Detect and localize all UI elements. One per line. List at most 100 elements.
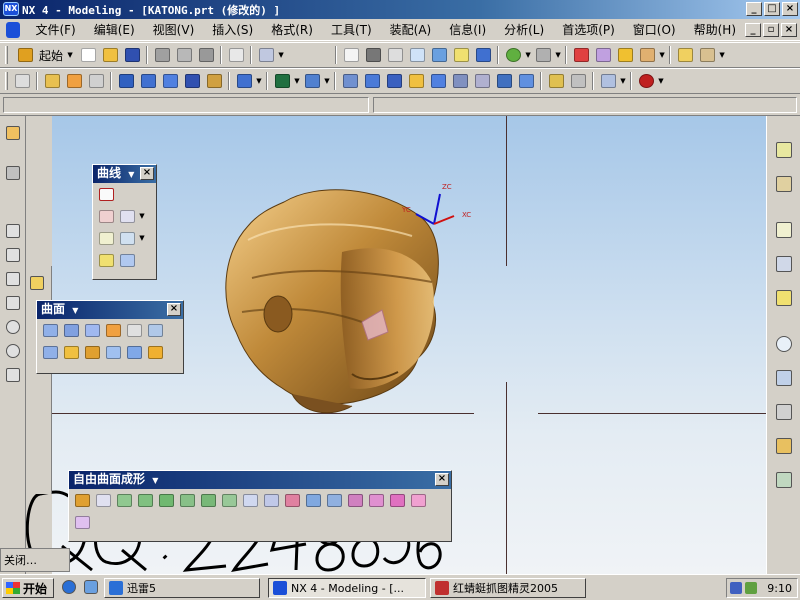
pan-icon[interactable] [450,45,472,65]
unite-icon[interactable] [233,71,255,91]
through-mesh-icon[interactable] [82,320,103,340]
polygon-icon[interactable] [117,206,138,226]
swept-surface-icon[interactable] [103,320,124,340]
save-icon[interactable] [121,45,143,65]
layer-icon[interactable] [592,45,614,65]
boss-icon[interactable] [301,71,323,91]
arc-tool-icon[interactable] [4,270,22,288]
part-navigator-icon[interactable] [774,174,794,194]
freeform-panel-header[interactable]: 自由曲面成形 ▼ × [69,471,451,489]
hole-icon[interactable] [271,71,293,91]
palette-icon[interactable] [774,368,794,388]
start-menu-button[interactable]: 开始 [2,578,54,598]
chevron-down-icon[interactable]: ▼ [293,71,301,91]
shape-by-template-icon[interactable] [324,490,345,510]
menu-information[interactable]: 信息(I) [440,20,495,40]
taskbar-task-screenshot[interactable]: 红蜻蜓抓图精灵2005 [430,578,586,598]
extend-surface-icon[interactable] [261,490,282,510]
copy-icon[interactable] [173,45,195,65]
undo-icon[interactable] [225,45,247,65]
clock-icon[interactable] [774,334,794,354]
datum-icon[interactable] [4,164,22,182]
instance-icon[interactable] [471,71,493,91]
project-curve-icon[interactable] [117,250,138,270]
cut-icon[interactable] [151,45,173,65]
wcs-icon[interactable] [570,45,592,65]
split-body-icon[interactable] [449,71,471,91]
web-browser-icon[interactable] [774,220,794,240]
section-surface-icon[interactable] [124,320,145,340]
helix-icon[interactable] [117,228,138,248]
menu-analysis[interactable]: 分析(L) [495,20,553,40]
system-materials-icon[interactable] [774,402,794,422]
reuse-library-icon[interactable] [774,470,794,490]
curve-panel-header[interactable]: 曲线 ▼ × [93,165,156,183]
chevron-down-icon[interactable]: ▼ [657,71,665,91]
chevron-down-icon[interactable]: ▼ [255,71,263,91]
snap-icon[interactable] [30,276,48,294]
menu-window[interactable]: 窗口(O) [624,20,685,40]
menu-file[interactable]: 文件(F) [26,20,84,40]
selection-filter-icon[interactable] [255,45,277,65]
refit-icon[interactable] [282,490,303,510]
paste-icon[interactable] [195,45,217,65]
ruled-surface-icon[interactable] [40,320,61,340]
offset-face-icon[interactable] [515,71,537,91]
change-edge-icon[interactable] [240,490,261,510]
bridge-surface-icon[interactable] [145,320,166,340]
open-folder-icon[interactable] [99,45,121,65]
render-icon[interactable] [614,45,636,65]
chamfer-icon[interactable] [361,71,383,91]
offset-surface-icon[interactable] [82,342,103,362]
menu-help[interactable]: 帮助(H) [685,20,745,40]
n-sided-surface-icon[interactable] [40,342,61,362]
show-desktop-icon[interactable] [82,578,100,596]
chevron-down-icon[interactable]: ▼ [152,476,158,485]
stretch-icon[interactable] [345,490,366,510]
mirror-icon[interactable] [493,71,515,91]
offset-curve-icon[interactable] [96,250,117,270]
rotate-icon[interactable] [428,45,450,65]
volume-icon[interactable] [730,582,742,594]
line-tool-icon[interactable] [4,246,22,264]
menu-tools[interactable]: 工具(T) [322,20,381,40]
change-stiffness-icon[interactable] [219,490,240,510]
chevron-down-icon[interactable]: ▼ [554,45,562,65]
chevron-down-icon[interactable]: ▼ [66,45,74,65]
maximize-button[interactable]: □ [764,2,780,16]
cylinder-icon[interactable] [137,71,159,91]
circle-tool-icon[interactable] [4,342,22,360]
crosshair-icon[interactable] [4,366,22,384]
edge-blend-icon[interactable] [339,71,361,91]
cone-icon[interactable] [159,71,181,91]
tray-app-icon[interactable] [745,582,757,594]
sketch-icon[interactable] [11,71,33,91]
sphere-icon[interactable] [181,71,203,91]
chevron-down-icon[interactable]: ▼ [138,234,146,242]
extension-icon[interactable] [61,342,82,362]
global-shaping-icon[interactable] [135,490,156,510]
chevron-down-icon[interactable]: ▼ [524,45,532,65]
trim-body-icon[interactable] [427,71,449,91]
chevron-down-icon[interactable]: ▼ [138,212,146,220]
rectangle-icon[interactable] [96,206,117,226]
surface-panel-close-button[interactable]: × [167,303,181,316]
through-curves-icon[interactable] [61,320,82,340]
shell-icon[interactable] [383,71,405,91]
menu-insert[interactable]: 插入(S) [203,20,262,40]
menu-preferences[interactable]: 首选项(P) [553,20,624,40]
match-edge-icon[interactable] [177,490,198,510]
menu-edit[interactable]: 编辑(E) [85,20,144,40]
new-file-icon[interactable] [77,45,99,65]
patch-icon[interactable] [597,71,619,91]
taskbar-task-nx[interactable]: NX 4 - Modeling - [... [268,578,426,598]
emboss-icon[interactable] [408,490,429,510]
history-icon[interactable] [774,254,794,274]
minimize-button[interactable]: _ [746,2,762,16]
display-mode-icon[interactable] [532,45,554,65]
move-point-icon[interactable] [114,490,135,510]
revolve-icon[interactable] [63,71,85,91]
close-button[interactable]: × [782,2,798,16]
move-pole-icon[interactable] [93,490,114,510]
spline-icon[interactable] [96,228,117,248]
